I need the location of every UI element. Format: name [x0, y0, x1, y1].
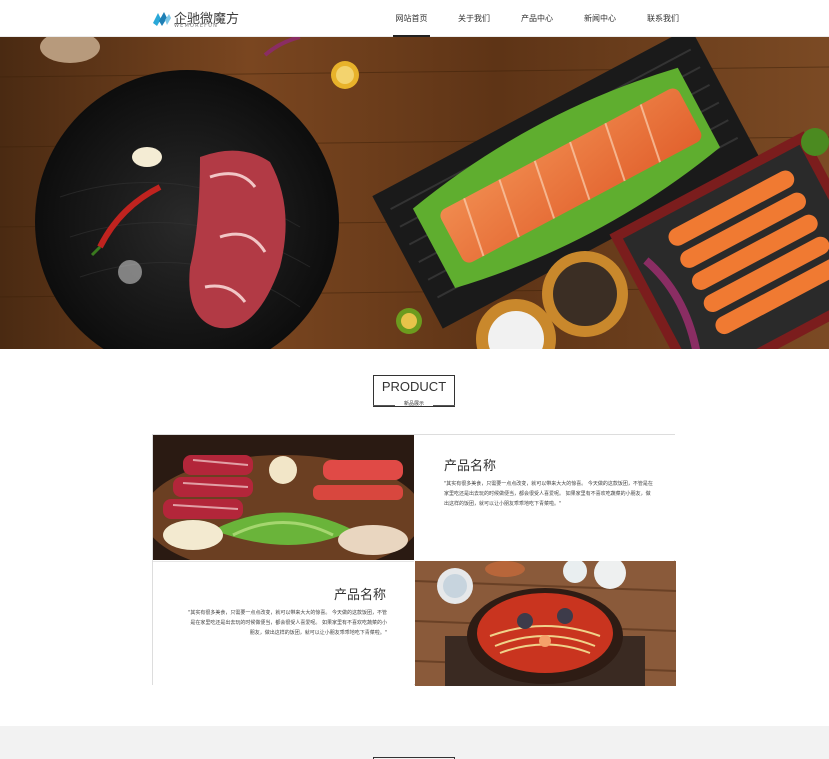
product-grid: 产品名称 "其实有很多美食，只需要一点点改变，就可以带来大大的惊喜。 今天做的这… — [152, 434, 676, 686]
product-name[interactable]: 产品名称 — [444, 455, 496, 474]
hero-banner — [0, 37, 829, 349]
divider-right — [433, 405, 455, 406]
nav-item-products[interactable]: 产品中心 — [520, 0, 554, 37]
product-photo — [153, 435, 414, 560]
main-nav: 网站首页 关于我们 产品中心 新闻中心 联系我们 — [0, 0, 829, 37]
product-section-subtitle-wrap: 新品展示 — [373, 400, 455, 410]
product-card-1[interactable]: 产品名称 "其实有很多美食，只需要一点点改变，就可以带来大大的惊喜。 今天做的这… — [415, 435, 676, 560]
product-section-title: PRODUCT — [381, 379, 447, 394]
nav-item-contact[interactable]: 联系我们 — [646, 0, 680, 37]
product-image-hotpot[interactable] — [153, 435, 414, 560]
product-card-2[interactable]: 产品名称 "其实有很多美食，只需要一点点改变，就可以带来大大的惊喜。 今天做的这… — [153, 561, 414, 686]
product-image-seafood-noodles[interactable] — [415, 561, 676, 686]
product-description: "其实有很多美食，只需要一点点改变，就可以带来大大的惊喜。 今天做的这款饭团，不… — [444, 481, 653, 507]
nav-item-about[interactable]: 关于我们 — [457, 0, 491, 37]
next-section-band — [0, 726, 829, 759]
product-description: "其实有很多美食，只需要一点点改变，就可以带来大大的惊喜。 今天做的这款饭团，不… — [188, 610, 387, 636]
product-photo — [415, 561, 676, 686]
hero-food-image — [0, 37, 829, 349]
top-navigation-bar: 企驰微魔方 WEMOREFUN 网站首页 关于我们 产品中心 新闻中心 联系我们 — [0, 0, 829, 37]
nav-item-news[interactable]: 新闻中心 — [583, 0, 617, 37]
nav-item-home[interactable]: 网站首页 — [393, 0, 430, 37]
product-name[interactable]: 产品名称 — [334, 584, 386, 603]
